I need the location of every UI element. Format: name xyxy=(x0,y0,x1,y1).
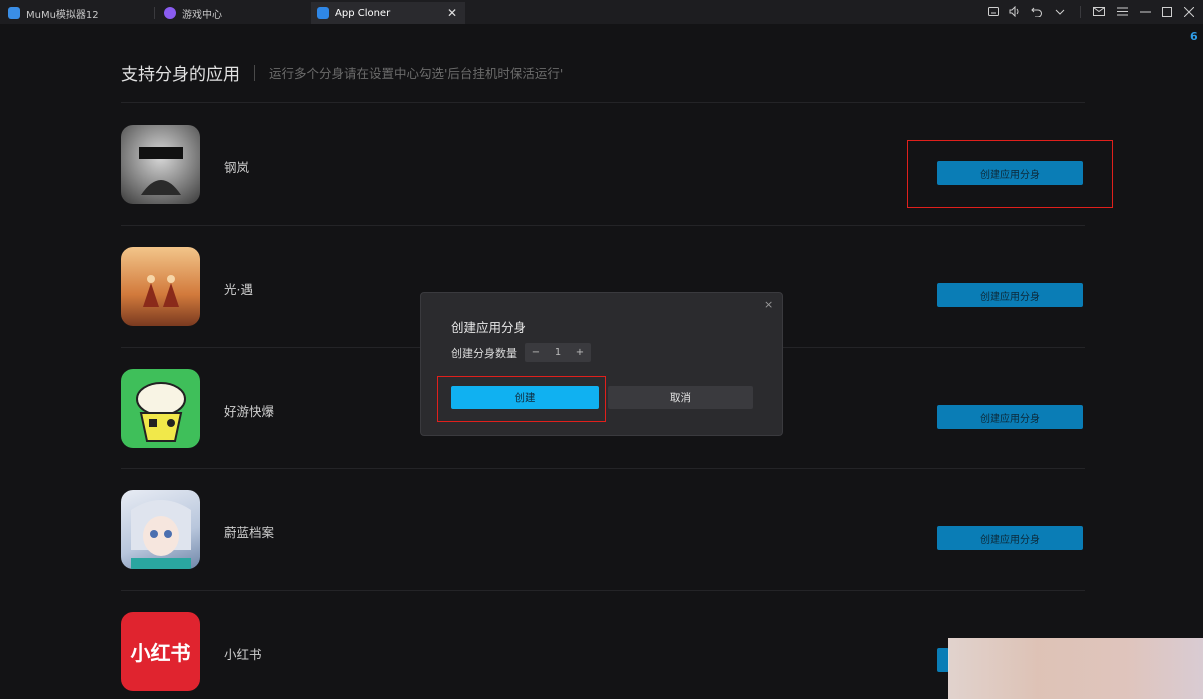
divider xyxy=(121,102,1085,103)
create-clone-button[interactable]: 创建应用分身 xyxy=(937,526,1083,550)
dialog-close-icon[interactable]: × xyxy=(764,298,773,311)
highlight-box xyxy=(907,140,1113,208)
page-subtitle: 运行多个分身请在设置中心勾选'后台挂机时保活运行' xyxy=(269,66,564,81)
app-icon-text: 小红书 xyxy=(130,641,191,665)
minimize-icon[interactable] xyxy=(1138,4,1152,19)
app-name: 小红书 xyxy=(224,647,262,662)
create-clone-button[interactable]: 创建应用分身 xyxy=(937,405,1083,429)
clone-count-label: 创建分身数量 xyxy=(451,347,517,360)
gamepad-icon xyxy=(164,7,176,19)
app-icon-blue-archive xyxy=(121,490,200,569)
clone-count-stepper[interactable]: − 1 + xyxy=(525,343,591,362)
app-icon-haoyou xyxy=(121,369,200,448)
count-badge: 6 xyxy=(1190,30,1198,43)
mail-icon[interactable] xyxy=(1092,4,1106,19)
divider xyxy=(121,468,1085,469)
app-name: 钢岚 xyxy=(224,160,250,175)
keyboard-icon[interactable] xyxy=(986,4,1000,19)
menu-icon[interactable] xyxy=(1115,4,1129,19)
clone-count-value: 1 xyxy=(554,347,562,358)
dialog-title: 创建应用分身 xyxy=(451,320,527,335)
app-cloner-icon xyxy=(317,7,329,19)
close-tab-icon[interactable]: ✕ xyxy=(447,6,457,20)
tab-bar: MuMu模拟器12 游戏中心 App Cloner ✕ xyxy=(0,0,1203,24)
decrement-button[interactable]: − xyxy=(525,347,547,358)
tab-app-cloner[interactable]: App Cloner ✕ xyxy=(311,2,465,24)
app-icon-sky xyxy=(121,247,200,326)
chevron-down-icon[interactable] xyxy=(1053,4,1067,19)
undo-icon[interactable] xyxy=(1030,4,1044,19)
cancel-button[interactable]: 取消 xyxy=(608,386,753,409)
maximize-icon[interactable] xyxy=(1160,4,1174,19)
app-name: 好游快爆 xyxy=(224,404,275,419)
highlight-box xyxy=(437,376,606,422)
divider xyxy=(121,225,1085,226)
page-title: 支持分身的应用 xyxy=(121,65,240,85)
app-icon-xiaohongshu: 小红书 xyxy=(121,612,200,691)
tab-mumu[interactable]: MuMu模拟器12 xyxy=(0,2,155,24)
mumu-logo-icon xyxy=(8,7,20,19)
tab-label: App Cloner xyxy=(335,7,391,19)
tab-label: MuMu模拟器12 xyxy=(26,9,99,21)
close-icon[interactable] xyxy=(1182,4,1196,19)
watermark-overlay xyxy=(948,638,1203,699)
app-name: 光·遇 xyxy=(224,282,253,297)
divider xyxy=(121,590,1085,591)
volume-icon[interactable] xyxy=(1008,4,1022,19)
create-clone-button[interactable]: 创建应用分身 xyxy=(937,283,1083,307)
app-name: 蔚蓝档案 xyxy=(224,525,275,540)
tab-label: 游戏中心 xyxy=(182,9,222,21)
app-icon-gangsan xyxy=(121,125,200,204)
page-header: 支持分身的应用 运行多个分身请在设置中心勾选'后台挂机时保活运行' xyxy=(121,60,563,85)
increment-button[interactable]: + xyxy=(569,347,591,358)
tab-game-center[interactable]: 游戏中心 xyxy=(155,2,310,24)
